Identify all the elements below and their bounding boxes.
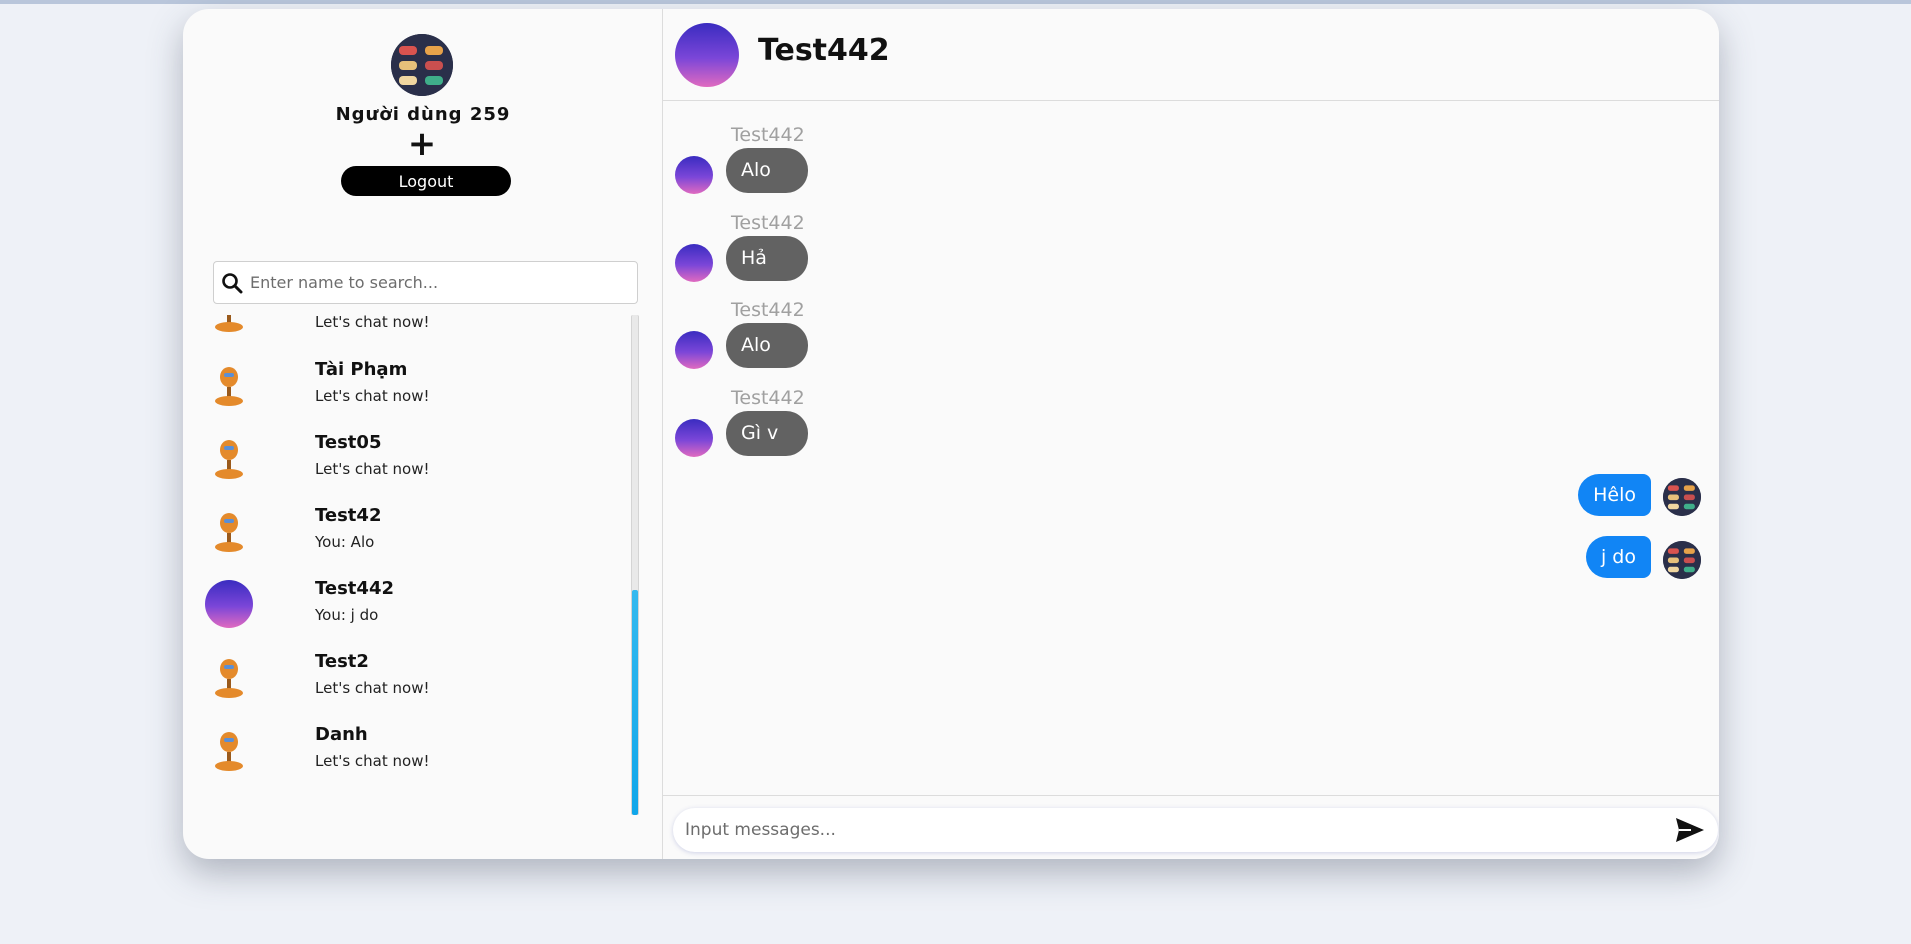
logout-button[interactable]: Logout [341,166,511,196]
contact-last-message: You: j do [315,606,379,624]
current-username: Người dùng 259 [335,104,511,125]
scrollbar-thumb[interactable] [632,590,638,815]
search-input[interactable] [250,262,637,303]
sidebar: Người dùng 259 + Logout Let's chat now! [183,9,663,859]
message-list: Test442 Alo Test442 Hả Test442 Alo Test4… [663,102,1719,792]
message-bubble[interactable]: Hả [726,236,808,281]
add-conversation-button[interactable]: + [405,127,439,163]
contact-name: Test2 [315,651,369,672]
contact-name: Test05 [315,432,382,453]
outgoing-message-bubble[interactable]: j do [1585,536,1651,578]
pumpkin-avatar-icon [205,507,253,555]
contact-last-message: Let's chat now! [315,679,430,697]
contact-item[interactable]: Danh Let's chat now! [203,718,623,791]
message-bubble[interactable]: Gì v [726,411,808,456]
browser-top-edge [0,0,1911,4]
search-box [213,261,638,304]
sender-avatar [675,419,713,457]
contact-item[interactable]: Test2 Let's chat now! [203,645,623,718]
contact-name: Danh [315,724,368,745]
contact-item[interactable]: Tài Phạm Let's chat now! [203,353,623,426]
message-composer [663,795,1719,859]
send-icon[interactable] [1670,812,1710,848]
contact-name: Test42 [315,505,382,526]
my-message-avatar [1663,478,1701,516]
contact-list: Let's chat now! Tài Phạm Let's chat now!… [203,315,623,815]
contact-item[interactable]: Test05 Let's chat now! [203,426,623,499]
message-bubble[interactable]: Alo [726,323,808,368]
pumpkin-avatar-icon [205,434,253,482]
message-sender: Test442 [731,387,805,409]
contact-last-message: You: Alo [315,533,375,551]
chat-panel: Test442 Test442 Alo Test442 Hả Test442 A… [663,9,1719,859]
contact-item[interactable]: Let's chat now! [203,315,623,352]
chat-header: Test442 [663,9,1719,101]
purple-sky-avatar-icon [205,580,253,628]
pumpkin-avatar-icon [205,726,253,774]
contact-list-scrollbar[interactable] [631,315,639,815]
sender-avatar [675,331,713,369]
message-input[interactable] [685,812,1645,848]
my-message-avatar [1663,541,1701,579]
chat-partner-avatar[interactable] [675,23,739,87]
composer-box [673,808,1718,852]
message-sender: Test442 [731,299,805,321]
contact-last-message: Let's chat now! [315,460,430,478]
pumpkin-avatar-icon [205,653,253,701]
sender-avatar [675,156,713,194]
my-avatar[interactable] [391,34,453,96]
sender-avatar [675,244,713,282]
contact-item[interactable]: Test42 You: Alo [203,499,623,572]
message-bubble[interactable]: Alo [726,148,808,193]
pumpkin-avatar-icon [205,361,253,409]
contact-name: Test442 [315,578,394,599]
chat-title: Test442 [758,33,890,68]
contact-item-active[interactable]: Test442 You: j do [203,572,623,645]
message-sender: Test442 [731,212,805,234]
pumpkin-avatar-icon [205,315,253,335]
message-sender: Test442 [731,124,805,146]
contact-last-message: Let's chat now! [315,752,430,770]
chat-app: Người dùng 259 + Logout Let's chat now! [183,9,1719,859]
outgoing-message-bubble[interactable]: Hêlo [1578,474,1651,516]
contact-last-message: Let's chat now! [315,315,430,331]
contact-last-message: Let's chat now! [315,387,430,405]
search-icon [214,261,250,304]
contact-name: Tài Phạm [315,359,408,380]
